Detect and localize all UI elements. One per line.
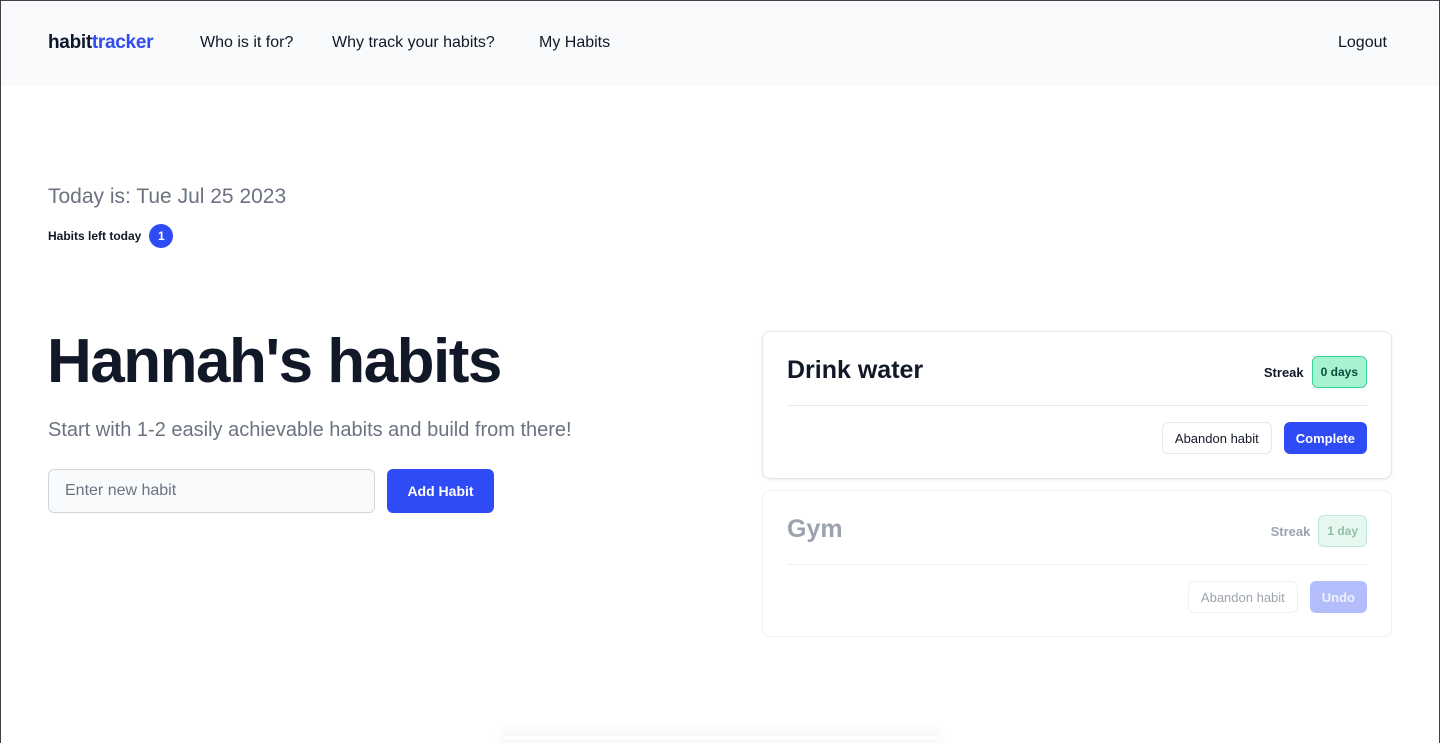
habits-left-count-badge: 1	[149, 224, 174, 248]
brand-name-habit: habit	[48, 32, 92, 53]
page-title: Hannah's habits	[47, 327, 502, 396]
brand-name-tracker: tracker	[91, 32, 154, 53]
habits-left-label: Habits left today	[48, 229, 142, 243]
habit-card: Drink water Streak 0 days Abandon habit …	[762, 331, 1392, 479]
habit-streak: Streak 0 days	[1264, 356, 1367, 388]
card-divider	[787, 405, 1367, 406]
streak-label: Streak	[1263, 364, 1304, 380]
app-page: habittracker Who is it for? Why track yo…	[0, 0, 1440, 743]
abandon-habit-button[interactable]: Abandon habit	[1161, 422, 1272, 454]
nav-link-who-is-it-for[interactable]: Who is it for?	[200, 34, 293, 52]
card-divider	[787, 564, 1367, 565]
habit-name: Gym	[787, 515, 843, 543]
page-subtitle: Start with 1-2 easily achievable habits …	[48, 419, 572, 441]
habit-streak: Streak 1 day	[1271, 515, 1367, 547]
complete-habit-button[interactable]: Complete	[1283, 422, 1367, 454]
habit-name: Drink water	[787, 356, 924, 384]
today-date: Today is: Tue Jul 25 2023	[48, 185, 287, 208]
top-navigation: habittracker Who is it for? Why track yo…	[1, 1, 1439, 86]
logout-link[interactable]: Logout	[1338, 34, 1387, 52]
undo-habit-button[interactable]: Undo	[1309, 581, 1367, 613]
bottom-overlay-edge	[501, 736, 941, 743]
new-habit-input[interactable]	[48, 469, 375, 513]
nav-link-why-track[interactable]: Why track your habits?	[332, 34, 495, 52]
habit-actions: Abandon habit Complete	[1161, 422, 1367, 454]
add-habit-button[interactable]: Add Habit	[387, 469, 494, 513]
habit-card-completed: Gym Streak 1 day Abandon habit Undo	[762, 490, 1392, 637]
habit-actions: Abandon habit Undo	[1187, 581, 1367, 613]
habits-left-indicator: Habits left today 1	[48, 224, 174, 248]
streak-badge: 1 day	[1318, 515, 1367, 547]
streak-badge: 0 days	[1311, 356, 1367, 388]
nav-link-my-habits[interactable]: My Habits	[539, 34, 610, 52]
streak-label: Streak	[1270, 523, 1311, 539]
abandon-habit-button[interactable]: Abandon habit	[1187, 581, 1298, 613]
brand-logo[interactable]: habittracker	[48, 32, 153, 54]
